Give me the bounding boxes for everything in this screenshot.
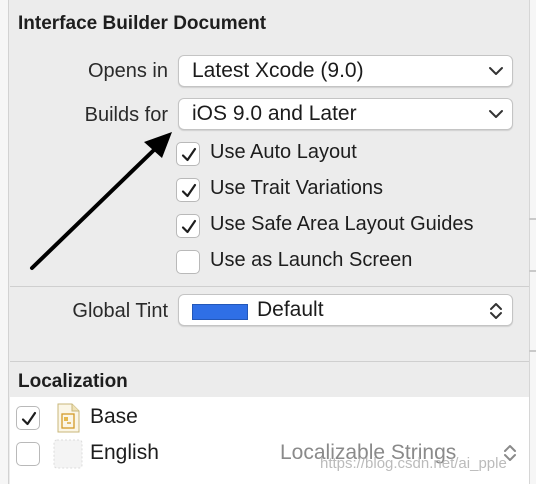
use-as-launch-screen-checkbox[interactable] [176,250,200,274]
checkmark-icon [181,219,197,234]
tint-color-swatch [192,304,248,320]
checkmark-icon [21,411,37,426]
use-as-launch-screen-label: Use as Launch Screen [210,249,413,271]
global-tint-value: Default [257,298,324,321]
builds-for-value: iOS 9.0 and Later [192,102,357,125]
watermark-text: https://blog.csdn.net/ai_pple [320,455,507,472]
use-safe-area-guides-label: Use Safe Area Layout Guides [210,213,474,235]
left-panel-edge [0,0,9,484]
opens-in-value: Latest Xcode (9.0) [192,59,364,82]
blank-file-icon [53,439,83,469]
use-auto-layout-label: Use Auto Layout [210,141,357,163]
checkmark-icon [181,183,197,198]
divider [10,361,529,362]
use-trait-variations-label: Use Trait Variations [210,177,384,199]
opens-in-popup[interactable]: Latest Xcode (9.0) [178,55,513,87]
opens-in-label: Opens in [87,60,168,82]
section-title-localization: Localization [18,371,128,392]
chevron-down-icon [489,67,503,75]
english-label: English [90,441,159,464]
storyboard-file-icon [57,403,80,433]
chevron-down-icon [489,110,503,118]
right-scroll-edge [529,0,536,484]
use-safe-area-guides-checkbox[interactable] [176,214,200,238]
use-auto-layout-checkbox[interactable] [176,142,200,166]
english-checkbox[interactable] [16,442,40,466]
base-label: Base [90,405,138,428]
global-tint-label: Global Tint [72,300,168,322]
localization-row-base[interactable]: Base [10,400,529,436]
base-checkbox[interactable] [16,406,40,430]
checkmark-icon [181,147,197,162]
section-title-ib-document: Interface Builder Document [18,13,267,34]
up-down-chevron-icon [490,303,502,319]
global-tint-popup[interactable]: Default [178,294,513,326]
use-trait-variations-checkbox[interactable] [176,178,200,202]
file-inspector: Interface Builder Document Opens in Late… [10,0,529,484]
builds-for-label: Builds for [84,104,168,126]
divider [10,286,529,287]
builds-for-popup[interactable]: iOS 9.0 and Later [178,98,513,130]
